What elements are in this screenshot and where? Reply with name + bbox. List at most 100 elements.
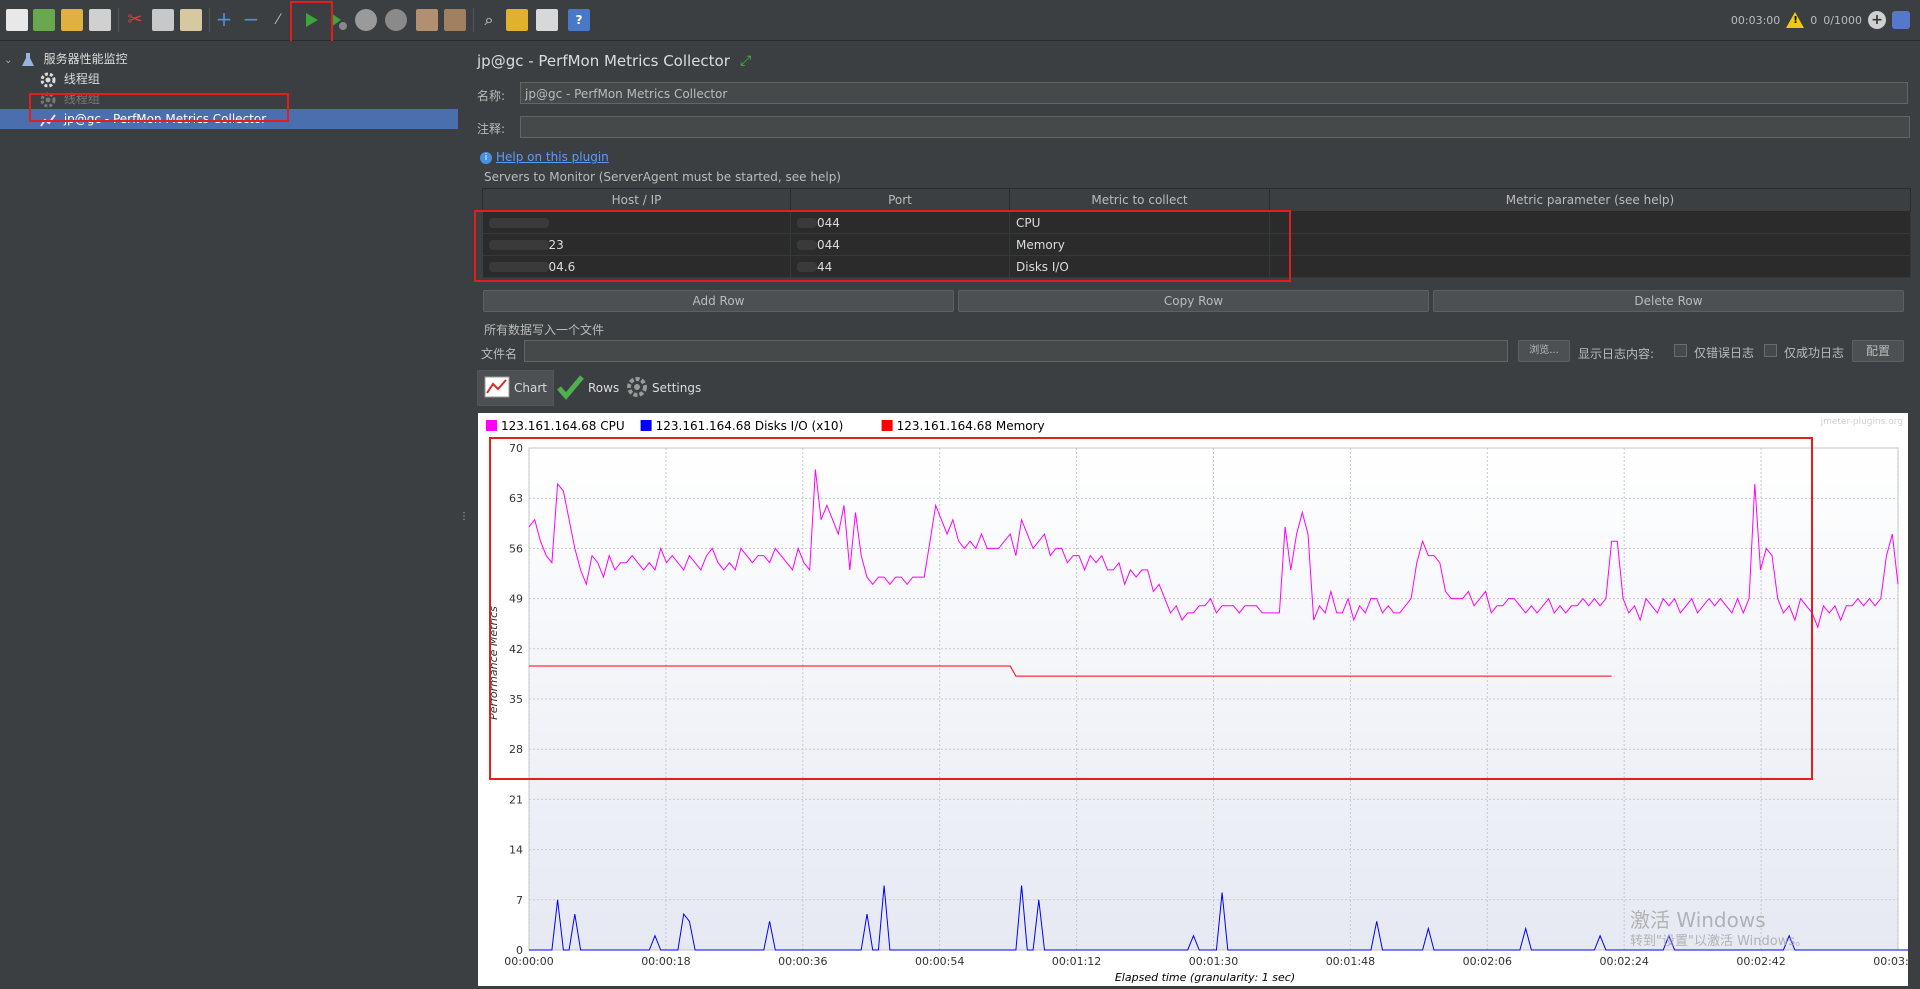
file-label: 文件名 xyxy=(481,347,518,361)
warning-icon[interactable]: ! xyxy=(1786,12,1805,28)
x-tick-label: 00:00:36 xyxy=(778,955,827,968)
col-host[interactable]: Host / IP xyxy=(482,188,791,212)
function-helper-icon[interactable] xyxy=(536,9,558,31)
new-icon[interactable] xyxy=(6,9,28,31)
help-link[interactable]: Help on this plugin xyxy=(496,150,609,164)
copy-row-button[interactable]: Copy Row xyxy=(958,290,1429,312)
x-axis-label: Elapsed time (granularity: 1 sec) xyxy=(1115,971,1295,984)
cut-icon[interactable]: ✂ xyxy=(124,9,146,31)
log-display-label: 显示日志内容: xyxy=(1578,347,1655,361)
maximize-icon[interactable]: ⤢ xyxy=(740,53,756,69)
paste-icon[interactable] xyxy=(180,9,202,31)
y-tick-label: 14 xyxy=(509,844,523,857)
chart-legend: 123.161.164.68 CPU 123.161.164.68 Disks I… xyxy=(486,419,1045,433)
tab-settings[interactable]: Settings xyxy=(620,370,707,406)
tree-node-thread-group-1[interactable]: 线程组 xyxy=(40,69,100,89)
metric-cell[interactable]: CPU xyxy=(1009,211,1270,234)
tab-rows[interactable]: Rows xyxy=(550,370,625,406)
x-tick-label: 00:00:18 xyxy=(641,955,690,968)
perfmon-chart: jmeter-plugins.org 123.161.164.68 CPU 123… xyxy=(478,413,1920,986)
help-icon[interactable]: ? xyxy=(568,9,590,31)
param-cell[interactable] xyxy=(1269,211,1911,234)
clear-icon[interactable] xyxy=(416,9,438,31)
toolbar: ✂ + − ⁄ ⌕ ? 00:03:00 ! 0 0/1000 + xyxy=(0,0,1920,41)
remote-start-all-icon[interactable]: + xyxy=(1868,11,1886,29)
tab-chart[interactable]: Chart xyxy=(477,370,554,406)
configure-button[interactable]: 配置 xyxy=(1852,340,1904,362)
x-tick-label: 00:01:48 xyxy=(1326,955,1375,968)
errors-only-label: 仅错误日志 xyxy=(1694,346,1755,360)
remote-icon[interactable] xyxy=(1892,11,1910,29)
param-cell[interactable] xyxy=(1269,255,1911,278)
x-tick-label: 00:01:12 xyxy=(1052,955,1101,968)
col-port[interactable]: Port xyxy=(790,188,1010,212)
metric-cell[interactable]: Disks I/O xyxy=(1009,255,1270,278)
reset-search-icon[interactable] xyxy=(506,9,528,31)
param-cell[interactable] xyxy=(1269,233,1911,256)
panel-title: jp@gc - PerfMon Metrics Collector xyxy=(477,52,730,70)
start-no-pause-icon[interactable] xyxy=(326,9,348,31)
y-tick-label: 70 xyxy=(509,442,523,455)
open-icon[interactable] xyxy=(61,9,83,31)
col-param[interactable]: Metric parameter (see help) xyxy=(1269,188,1911,212)
x-tick-label: 00:01:30 xyxy=(1189,955,1238,968)
port-cell[interactable]: 044 xyxy=(790,233,1010,256)
x-tick-label: 00:02:24 xyxy=(1599,955,1648,968)
status-area: 00:03:00 ! 0 0/1000 + xyxy=(1731,10,1910,30)
toggle-icon[interactable]: ⁄ xyxy=(267,9,289,31)
metric-cell[interactable]: Memory xyxy=(1009,233,1270,256)
write-all-label: 所有数据写入一个文件 xyxy=(484,323,605,337)
templates-icon[interactable] xyxy=(33,9,55,31)
tree-node-perfmon-collector[interactable]: jp@gc - PerfMon Metrics Collector xyxy=(0,109,458,129)
checkmark-icon xyxy=(556,374,584,403)
start-icon[interactable] xyxy=(300,9,322,31)
browse-button[interactable]: 浏览... xyxy=(1518,340,1570,362)
name-field[interactable]: jp@gc - PerfMon Metrics Collector xyxy=(520,82,1908,104)
host-cell[interactable] xyxy=(482,211,791,234)
port-cell[interactable]: 44 xyxy=(790,255,1010,278)
test-plan-tree: ⌄ 服务器性能监控 线程组 线程组 jp@gc - PerfMon Metric… xyxy=(0,41,459,986)
table-row[interactable]: 04.6 44 Disks I/O xyxy=(482,255,1911,278)
port-cell[interactable]: 044 xyxy=(790,211,1010,234)
x-tick-label: 00:00:54 xyxy=(915,955,964,968)
comment-label: 注释: xyxy=(477,122,506,136)
legend-swatch xyxy=(881,420,893,431)
host-cell[interactable]: 04.6 xyxy=(482,255,791,278)
gear-icon xyxy=(40,92,56,108)
x-tick-label: 00:00:00 xyxy=(504,955,553,968)
y-tick-label: 21 xyxy=(509,793,523,806)
host-cell[interactable]: 23 xyxy=(482,233,791,256)
thread-count: 0/1000 xyxy=(1823,13,1862,27)
servers-table: Host / IP Port Metric to collect Metric … xyxy=(482,188,1911,278)
split-pane-divider[interactable]: ⋮ xyxy=(458,41,469,986)
table-row[interactable]: 044 CPU xyxy=(482,211,1911,234)
chart-icon xyxy=(484,376,510,401)
search-icon[interactable]: ⌕ xyxy=(478,9,500,31)
success-only-checkbox[interactable] xyxy=(1764,344,1777,357)
comment-field[interactable] xyxy=(520,116,1910,138)
y-tick-label: 35 xyxy=(509,693,523,706)
name-label: 名称: xyxy=(477,89,506,103)
x-tick-label: 00:02:06 xyxy=(1463,955,1512,968)
table-row[interactable]: 23 044 Memory xyxy=(482,233,1911,256)
expand-icon[interactable]: + xyxy=(213,9,235,31)
copy-icon[interactable] xyxy=(152,9,174,31)
collapse-icon[interactable]: − xyxy=(240,9,262,31)
tree-node-thread-group-2[interactable]: 线程组 xyxy=(40,89,100,109)
y-tick-label: 63 xyxy=(509,492,523,505)
clear-all-icon[interactable] xyxy=(444,9,466,31)
shutdown-icon[interactable] xyxy=(385,9,407,31)
add-row-button[interactable]: Add Row xyxy=(483,290,954,312)
delete-row-button[interactable]: Delete Row xyxy=(1433,290,1904,312)
file-name-field[interactable] xyxy=(524,340,1508,362)
tree-thread-group-1-label: 线程组 xyxy=(63,72,100,86)
y-axis-label: Performance Metrics xyxy=(487,606,500,720)
save-icon[interactable] xyxy=(89,9,111,31)
errors-only-checkbox[interactable] xyxy=(1674,344,1687,357)
legend-label: 123.161.164.68 Disks I/O (x10) xyxy=(656,419,844,433)
col-metric[interactable]: Metric to collect xyxy=(1009,188,1270,212)
tree-node-root[interactable]: ⌄ 服务器性能监控 xyxy=(4,49,128,69)
elapsed-time: 00:03:00 xyxy=(1730,13,1781,27)
stop-icon[interactable] xyxy=(355,9,377,31)
chevron-down-icon[interactable]: ⌄ xyxy=(4,51,16,71)
